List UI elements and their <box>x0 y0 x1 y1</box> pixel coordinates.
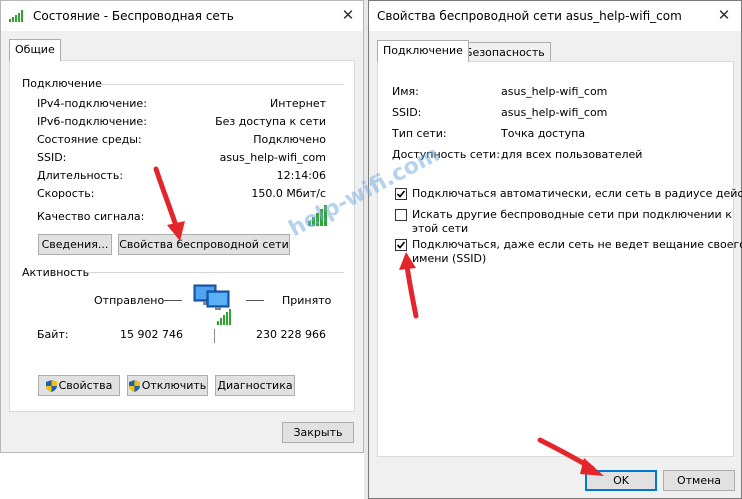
row-value: Подключено <box>253 133 326 146</box>
field-value: asus_help-wifi_com <box>501 85 608 98</box>
uac-shield-icon <box>45 380 57 392</box>
activity-group-title: Активность <box>22 266 90 279</box>
row-label: Состояние среды: <box>37 133 142 146</box>
details-button[interactable]: Сведения... <box>38 234 112 255</box>
checkmark-icon <box>396 190 406 198</box>
received-dash <box>246 300 264 301</box>
field-label: SSID: <box>392 106 422 119</box>
tab-connection-label: Подключение <box>383 44 463 57</box>
signal-quality-label: Качество сигнала: <box>37 210 145 223</box>
tab-security-label: Безопасность <box>465 46 545 59</box>
status-window-title: Состояние - Беспроводная сеть <box>33 9 234 23</box>
details-button-label: Сведения... <box>41 238 109 251</box>
field-label: Тип сети: <box>392 127 447 140</box>
row-value: Интернет <box>270 97 326 110</box>
diagnose-button[interactable]: Диагностика <box>215 375 295 396</box>
properties-window-titlebar[interactable]: Свойства беспроводной сети asus_help-wif… <box>369 1 741 31</box>
field-value: Точка доступа <box>501 127 586 140</box>
auto-connect-label[interactable]: Подключаться автоматически, если сеть в … <box>412 187 742 200</box>
search-other-networks-label-line1[interactable]: Искать другие беспроводные сети при подк… <box>412 208 732 221</box>
field-label: Имя: <box>392 85 419 98</box>
bytes-sent-value: 15 902 746 <box>120 328 183 341</box>
row-label: IPv4-подключение: <box>37 97 147 110</box>
bytes-label: Байт: <box>37 328 69 341</box>
tab-general[interactable]: Общие <box>9 39 61 61</box>
tab-security[interactable]: Безопасность <box>459 42 551 62</box>
sent-dash <box>164 300 182 301</box>
wifi-signal-icon <box>9 10 25 25</box>
connection-group-divider <box>100 84 344 85</box>
network-computer-icon <box>191 281 235 330</box>
row-value: 12:14:06 <box>276 169 326 182</box>
cancel-button-label: Отмена <box>676 474 722 487</box>
properties-window-title: Свойства беспроводной сети asus_help-wif… <box>377 9 682 23</box>
close-button-label: Закрыть <box>293 426 343 439</box>
search-other-networks-checkbox[interactable] <box>395 209 407 221</box>
row-value: Без доступа к сети <box>215 115 326 128</box>
annotation-arrow-icon <box>537 437 604 476</box>
uac-shield-icon <box>128 380 140 392</box>
status-window-titlebar[interactable]: Состояние - Беспроводная сеть ✕ <box>1 1 363 31</box>
field-value: для всех пользователей <box>501 148 643 161</box>
search-other-networks-label-line2[interactable]: этой сети <box>412 222 468 235</box>
cancel-button[interactable]: Отмена <box>663 470 735 491</box>
close-icon[interactable]: ✕ <box>714 5 734 25</box>
row-label: Скорость: <box>37 187 95 200</box>
wireless-properties-button-label: Свойства беспроводной сети <box>119 238 289 251</box>
auto-connect-checkbox[interactable] <box>395 188 407 200</box>
annotation-arrow-icon <box>153 166 185 241</box>
row-label: SSID: <box>37 151 67 164</box>
connect-hidden-network-label-line1[interactable]: Подключаться, даже если сеть не ведет ве… <box>412 238 742 251</box>
close-icon[interactable]: ✕ <box>338 5 358 25</box>
annotation-arrow-icon <box>399 252 419 319</box>
disconnect-button[interactable]: Отключить <box>127 375 208 396</box>
field-value: asus_help-wifi_com <box>501 106 608 119</box>
ok-button-label: OK <box>613 474 629 487</box>
wireless-properties-button[interactable]: Свойства беспроводной сети <box>118 234 290 255</box>
close-button[interactable]: Закрыть <box>282 422 354 443</box>
checkmark-icon <box>396 241 406 249</box>
row-value: 150.0 Мбит/с <box>251 187 326 200</box>
connection-panel: Имя: asus_help-wifi_com SSID: asus_help-… <box>377 61 742 457</box>
tab-connection[interactable]: Подключение <box>377 40 469 62</box>
row-label: Длительность: <box>37 169 124 182</box>
bytes-divider <box>214 329 215 343</box>
tab-general-label: Общие <box>15 43 55 56</box>
received-label: Принято <box>282 294 332 307</box>
disconnect-button-label: Отключить <box>141 379 207 392</box>
sent-label: Отправлено <box>94 294 165 307</box>
activity-group-divider <box>88 272 344 273</box>
connection-group-title: Подключение <box>22 77 102 90</box>
diagnose-button-label: Диагностика <box>217 379 293 392</box>
properties-button-label: Свойства <box>58 379 113 392</box>
row-label: IPv6-подключение: <box>37 115 147 128</box>
properties-button[interactable]: Свойства <box>38 375 120 396</box>
bytes-received-value: 230 228 966 <box>256 328 326 341</box>
row-value: asus_help-wifi_com <box>219 151 326 164</box>
